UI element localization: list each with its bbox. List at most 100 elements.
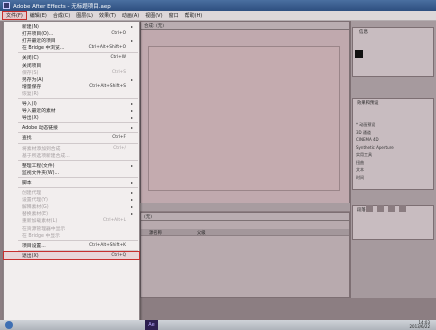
justify-icon[interactable] xyxy=(399,205,406,212)
file-menu-item: 创建代理 ▸ xyxy=(4,189,139,196)
timeline-header[interactable]: (无) xyxy=(141,213,349,221)
menu-8[interactable]: 帮助(H) xyxy=(182,12,206,19)
file-menu-item[interactable]: 另存为(A) ▸ xyxy=(4,76,139,83)
effects-category[interactable]: 实用工具 xyxy=(356,152,372,158)
menu-item-shortcut: Ctrl+S xyxy=(112,69,126,75)
file-menu-item[interactable]: 导入最近的素材 ▸ xyxy=(4,107,139,114)
menu-item-label: 打开最近的项目 xyxy=(22,39,56,45)
submenu-arrow-icon: ▸ xyxy=(130,204,133,210)
menu-item-label: 创建代理 xyxy=(22,191,42,196)
align-center-icon[interactable] xyxy=(377,205,384,212)
file-menu-item[interactable]: 项目设置... Ctrl+Alt+Shift+K xyxy=(4,242,139,249)
file-menu-item[interactable]: 监视文件夹(W)... xyxy=(4,169,139,176)
submenu-arrow-icon: ▸ xyxy=(130,197,133,203)
file-menu-item[interactable]: 导出(X) ▸ xyxy=(4,114,139,121)
start-button[interactable] xyxy=(5,321,13,329)
menu-item-label: 脚本 xyxy=(22,180,32,186)
menu-1[interactable]: 编辑(E) xyxy=(27,12,50,19)
effects-category[interactable]: Synthetic Aperture xyxy=(356,145,394,150)
menu-item-label: 退出(X) xyxy=(22,253,39,259)
paragraph-panel-title: 段落 xyxy=(357,208,366,213)
file-menu-item: 在 Bridge 中显示 xyxy=(4,232,139,239)
menu-7[interactable]: 窗口 xyxy=(166,12,182,19)
effects-category[interactable]: * 动画预设 xyxy=(356,122,375,128)
file-menu-item[interactable]: 查找 Ctrl+F xyxy=(4,134,139,141)
menu-item-label: 解释素材(G) xyxy=(22,205,49,211)
file-menu-item: 基于所选项新建合成... xyxy=(4,152,139,159)
file-menu-item: 在资源管理器中显示 xyxy=(4,225,139,232)
menu-item-shortcut: Ctrl+W xyxy=(110,55,127,61)
menu-item-label: 整理工程(文件) xyxy=(22,163,55,169)
menu-item-label: 导出(X) xyxy=(22,116,39,122)
menu-separator xyxy=(18,122,138,124)
menu-item-shortcut: Ctrl+Alt+L xyxy=(102,218,126,224)
menu-item-label: 在资源管理器中显示 xyxy=(22,226,66,232)
menu-item-shortcut: Ctrl+Alt+Shift+S xyxy=(89,83,126,89)
submenu-arrow-icon: ▸ xyxy=(130,38,133,44)
submenu-arrow-icon: ▸ xyxy=(130,125,133,131)
comp-panel-header[interactable]: 合成: (无) xyxy=(141,22,349,30)
file-menu-item[interactable]: 在 Bridge 中浏览... Ctrl+Alt+Shift+O xyxy=(4,44,139,51)
file-menu-item[interactable]: 导入(I) ▸ xyxy=(4,100,139,107)
file-menu-item[interactable]: 打开项目(O)... Ctrl+O xyxy=(4,30,139,37)
menu-3[interactable]: 图层(L) xyxy=(73,12,96,19)
submenu-arrow-icon: ▸ xyxy=(130,115,133,121)
submenu-arrow-icon: ▸ xyxy=(130,101,133,106)
menu-item-label: 关闭(C) xyxy=(22,56,39,62)
menu-item-label: 将素材添加到合成 xyxy=(22,146,61,152)
submenu-arrow-icon: ▸ xyxy=(130,162,133,168)
effects-category[interactable]: CINEMA 4D xyxy=(356,137,379,142)
file-menu-item: 将素材添加到合成 Ctrl+/ xyxy=(4,145,139,152)
file-menu-item[interactable]: 整理工程(文件) ▸ xyxy=(4,162,139,169)
file-menu-item[interactable]: 新建(N) ▸ xyxy=(4,23,139,30)
menu-6[interactable]: 视图(V) xyxy=(142,12,165,19)
menu-item-shortcut: Ctrl+/ xyxy=(113,145,126,151)
align-right-icon[interactable] xyxy=(388,205,395,212)
file-menu-item[interactable]: 关闭(C) Ctrl+W xyxy=(4,54,139,61)
menu-separator xyxy=(18,249,138,251)
file-menu-item[interactable]: 脚本 ▸ xyxy=(4,179,139,186)
menu-separator xyxy=(18,239,138,241)
effects-category[interactable]: 扭曲 xyxy=(356,160,364,166)
title-bar: Adobe After Effects - 无标题项目.aep xyxy=(0,0,436,11)
after-effects-taskbar-button[interactable]: Ae xyxy=(145,320,158,330)
submenu-arrow-icon: ▸ xyxy=(130,76,133,82)
menu-item-shortcut: Ctrl+Q xyxy=(111,252,126,258)
timeline-panel: (无) 源名称 父级 xyxy=(140,212,350,298)
effects-category[interactable]: 时间 xyxy=(356,175,364,181)
menu-item-shortcut: Ctrl+Alt+Shift+O xyxy=(88,45,126,51)
effects-category[interactable]: 文本 xyxy=(356,167,364,173)
menu-2[interactable]: 合成(C) xyxy=(50,12,73,19)
composition-viewer[interactable] xyxy=(148,46,340,191)
menu-item-shortcut: Ctrl+Alt+Shift+K xyxy=(89,242,126,248)
file-menu-item[interactable]: 打开最近的项目 ▸ xyxy=(4,37,139,44)
menu-0[interactable]: 文件(F) xyxy=(2,11,27,20)
menu-item-label: 恢复(R) xyxy=(22,91,39,97)
submenu-arrow-icon: ▸ xyxy=(130,179,133,185)
color-swatch xyxy=(355,50,363,58)
menu-5[interactable]: 动画(A) xyxy=(119,12,142,19)
file-menu-item[interactable]: Adobe 动态链接 ▸ xyxy=(4,124,139,131)
file-menu-item[interactable]: 增量保存 Ctrl+Alt+Shift+S xyxy=(4,83,139,90)
menu-item-label: 基于所选项新建合成... xyxy=(22,153,70,159)
submenu-arrow-icon: ▸ xyxy=(130,211,133,217)
menu-item-shortcut: Ctrl+F xyxy=(112,135,126,141)
menu-4[interactable]: 效果(T) xyxy=(96,12,119,19)
submenu-arrow-icon: ▸ xyxy=(130,190,133,195)
system-tray-clock[interactable]: 14:03 2013/6/22 xyxy=(409,321,430,329)
info-panel-title: 信息 xyxy=(359,30,368,35)
menu-separator xyxy=(18,159,138,161)
menu-item-label: 查找 xyxy=(22,136,32,142)
effects-category[interactable]: 3D 通道 xyxy=(356,130,371,136)
file-menu-item[interactable]: 关闭项目 xyxy=(4,62,139,69)
menu-item-label: 另存为(A) xyxy=(22,77,44,83)
menu-separator xyxy=(18,132,138,134)
menu-separator xyxy=(18,176,138,178)
menu-separator xyxy=(18,98,138,99)
file-menu-item[interactable]: 退出(X) Ctrl+Q xyxy=(3,250,140,260)
align-left-icon[interactable] xyxy=(366,205,373,212)
menu-item-label: 导入最近的素材 xyxy=(22,109,56,115)
paragraph-align-icons xyxy=(366,205,406,212)
file-menu-item: 解释素材(G) ▸ xyxy=(4,203,139,210)
viewer-toolbar[interactable] xyxy=(140,203,350,211)
